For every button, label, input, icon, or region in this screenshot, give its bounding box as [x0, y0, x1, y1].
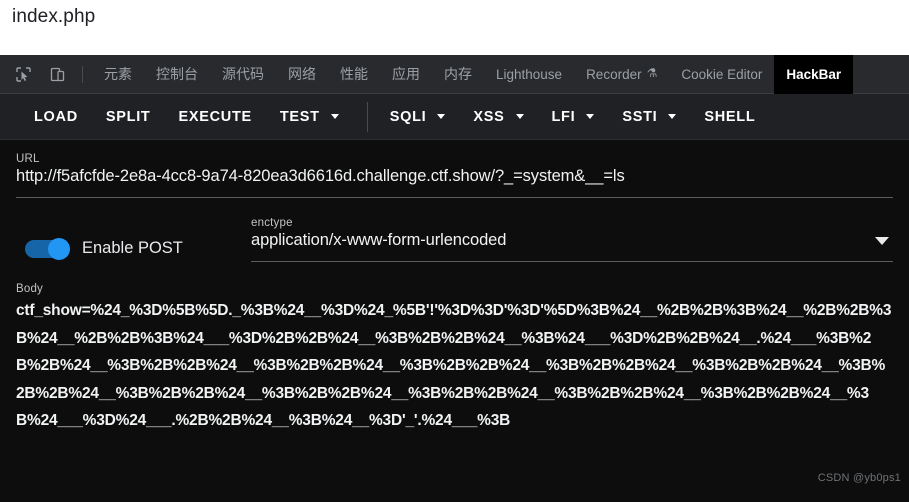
devtools-tabbar: 元素 控制台 源代码 网络 性能 应用 内存 Lighthouse Recorder ⚗ Cooki… — [0, 54, 909, 94]
page-content-area: index.php — [0, 0, 909, 55]
body-textarea[interactable]: ctf_show=%24_%3D%5B%5D._%3B%24__%3D%24_%… — [16, 297, 893, 435]
hackbar-action-bar: LOAD SPLIT EXECUTE TEST SQLI XSS LFI SSTI SHELL — [0, 94, 909, 140]
hackbar-button-label: XSS — [473, 108, 505, 125]
chevron-down-icon[interactable] — [437, 114, 446, 119]
body-label: Body — [16, 283, 44, 295]
enctype-field[interactable]: enctype application/x-www-form-urlencode… — [251, 217, 893, 262]
devtools-tab-label: 性能 — [340, 65, 368, 82]
enable-post-label: Enable POST — [82, 239, 183, 257]
url-underline — [16, 197, 893, 198]
hackbar-button-ssti[interactable]: SSTI — [608, 109, 690, 125]
hackbar-button-load[interactable]: LOAD — [20, 109, 92, 125]
action-separator — [366, 101, 368, 132]
hackbar-button-label: LOAD — [34, 108, 78, 125]
hackbar-button-label: EXECUTE — [178, 108, 252, 125]
hackbar-button-test[interactable]: TEST — [266, 109, 353, 125]
hackbar-button-label: SQLI — [389, 108, 427, 125]
hackbar-button-label: SHELL — [704, 108, 756, 125]
devtools-tab-5[interactable]: 应用 — [380, 55, 432, 94]
enctype-underline — [251, 261, 893, 262]
toggle-knob — [48, 237, 70, 260]
devtools-tab-label: 源代码 — [222, 65, 264, 82]
devtools-tab-label: Cookie Editor — [681, 66, 763, 82]
url-label: URL — [16, 153, 40, 165]
hackbar-button-label: SSTI — [622, 108, 658, 125]
inspect-element-icon[interactable] — [10, 61, 36, 87]
devtools-tab-label: 元素 — [104, 65, 132, 82]
devtools-tab-1[interactable]: 控制台 — [144, 55, 210, 94]
devtools-tab-4[interactable]: 性能 — [328, 55, 380, 94]
devtools-tab-2[interactable]: 源代码 — [210, 55, 276, 94]
hackbar-button-lfi[interactable]: LFI — [538, 109, 609, 125]
devtools-panel: 元素 控制台 源代码 网络 性能 应用 内存 Lighthouse Recorder ⚗ Cooki… — [0, 54, 909, 502]
hackbar-button-shell[interactable]: SHELL — [690, 109, 769, 125]
post-settings-row: Enable POST enctype application/x-www-fo… — [16, 217, 893, 262]
hackbar-button-label: TEST — [279, 108, 320, 125]
hackbar-button-label: LFI — [551, 108, 576, 125]
url-input[interactable]: http://f5afcfde-2e8a-4cc8-9a74-820ea3d66… — [16, 167, 893, 186]
hackbar-content: URL http://f5afcfde-2e8a-4cc8-9a74-820ea… — [0, 140, 909, 502]
devtools-tab-8[interactable]: Recorder ⚗ — [574, 55, 669, 94]
tabbar-divider — [82, 65, 83, 83]
enctype-select-value[interactable]: application/x-www-form-urlencoded — [251, 231, 506, 250]
chevron-down-icon[interactable] — [515, 114, 524, 119]
chevron-down-icon[interactable] — [586, 114, 595, 119]
devtools-tab-label: 控制台 — [156, 65, 198, 82]
device-toolbar-icon[interactable] — [44, 61, 70, 87]
browser-devtools-window: index.php 元素 控制台 源代码 网络 性能 应用 内存 Lighthouse Rec — [0, 0, 909, 502]
body-field[interactable]: Body ctf_show=%24_%3D%5B%5D._%3B%24__%3D… — [16, 283, 893, 435]
hackbar-button-execute[interactable]: EXECUTE — [164, 109, 265, 125]
hackbar-button-label: SPLIT — [105, 108, 151, 125]
devtools-tab-3[interactable]: 网络 — [276, 55, 328, 94]
devtools-tab-9[interactable]: Cookie Editor — [669, 55, 774, 94]
devtools-tab-7[interactable]: Lighthouse — [484, 55, 574, 94]
chevron-down-icon[interactable] — [875, 237, 889, 245]
chevron-down-icon[interactable] — [668, 114, 677, 119]
enctype-label: enctype — [251, 217, 293, 229]
devtools-tab-0[interactable]: 元素 — [92, 55, 144, 94]
devtools-tab-label: Recorder — [586, 66, 642, 82]
devtools-tab-label: 网络 — [288, 65, 316, 82]
devtools-tab-label: Lighthouse — [496, 66, 563, 82]
devtools-tab-10[interactable]: HackBar — [774, 54, 854, 94]
enable-post-toggle[interactable] — [25, 237, 70, 260]
hackbar-button-xss[interactable]: XSS — [459, 109, 537, 125]
devtools-tab-label: 应用 — [392, 65, 420, 82]
devtools-tab-6[interactable]: 内存 — [432, 55, 484, 94]
page-title: index.php — [12, 6, 96, 27]
devtools-tab-label: 内存 — [444, 65, 472, 82]
chevron-down-icon[interactable] — [330, 114, 339, 119]
hackbar-button-sqli[interactable]: SQLI — [376, 109, 460, 125]
beaker-icon: ⚗ — [646, 65, 658, 80]
enable-post-toggle-group[interactable]: Enable POST — [16, 237, 251, 262]
url-field[interactable]: URL http://f5afcfde-2e8a-4cc8-9a74-820ea… — [16, 153, 893, 198]
hackbar-button-split[interactable]: SPLIT — [92, 109, 165, 125]
devtools-tab-label: HackBar — [786, 66, 842, 82]
watermark: CSDN @yb0ps1 — [817, 472, 901, 484]
